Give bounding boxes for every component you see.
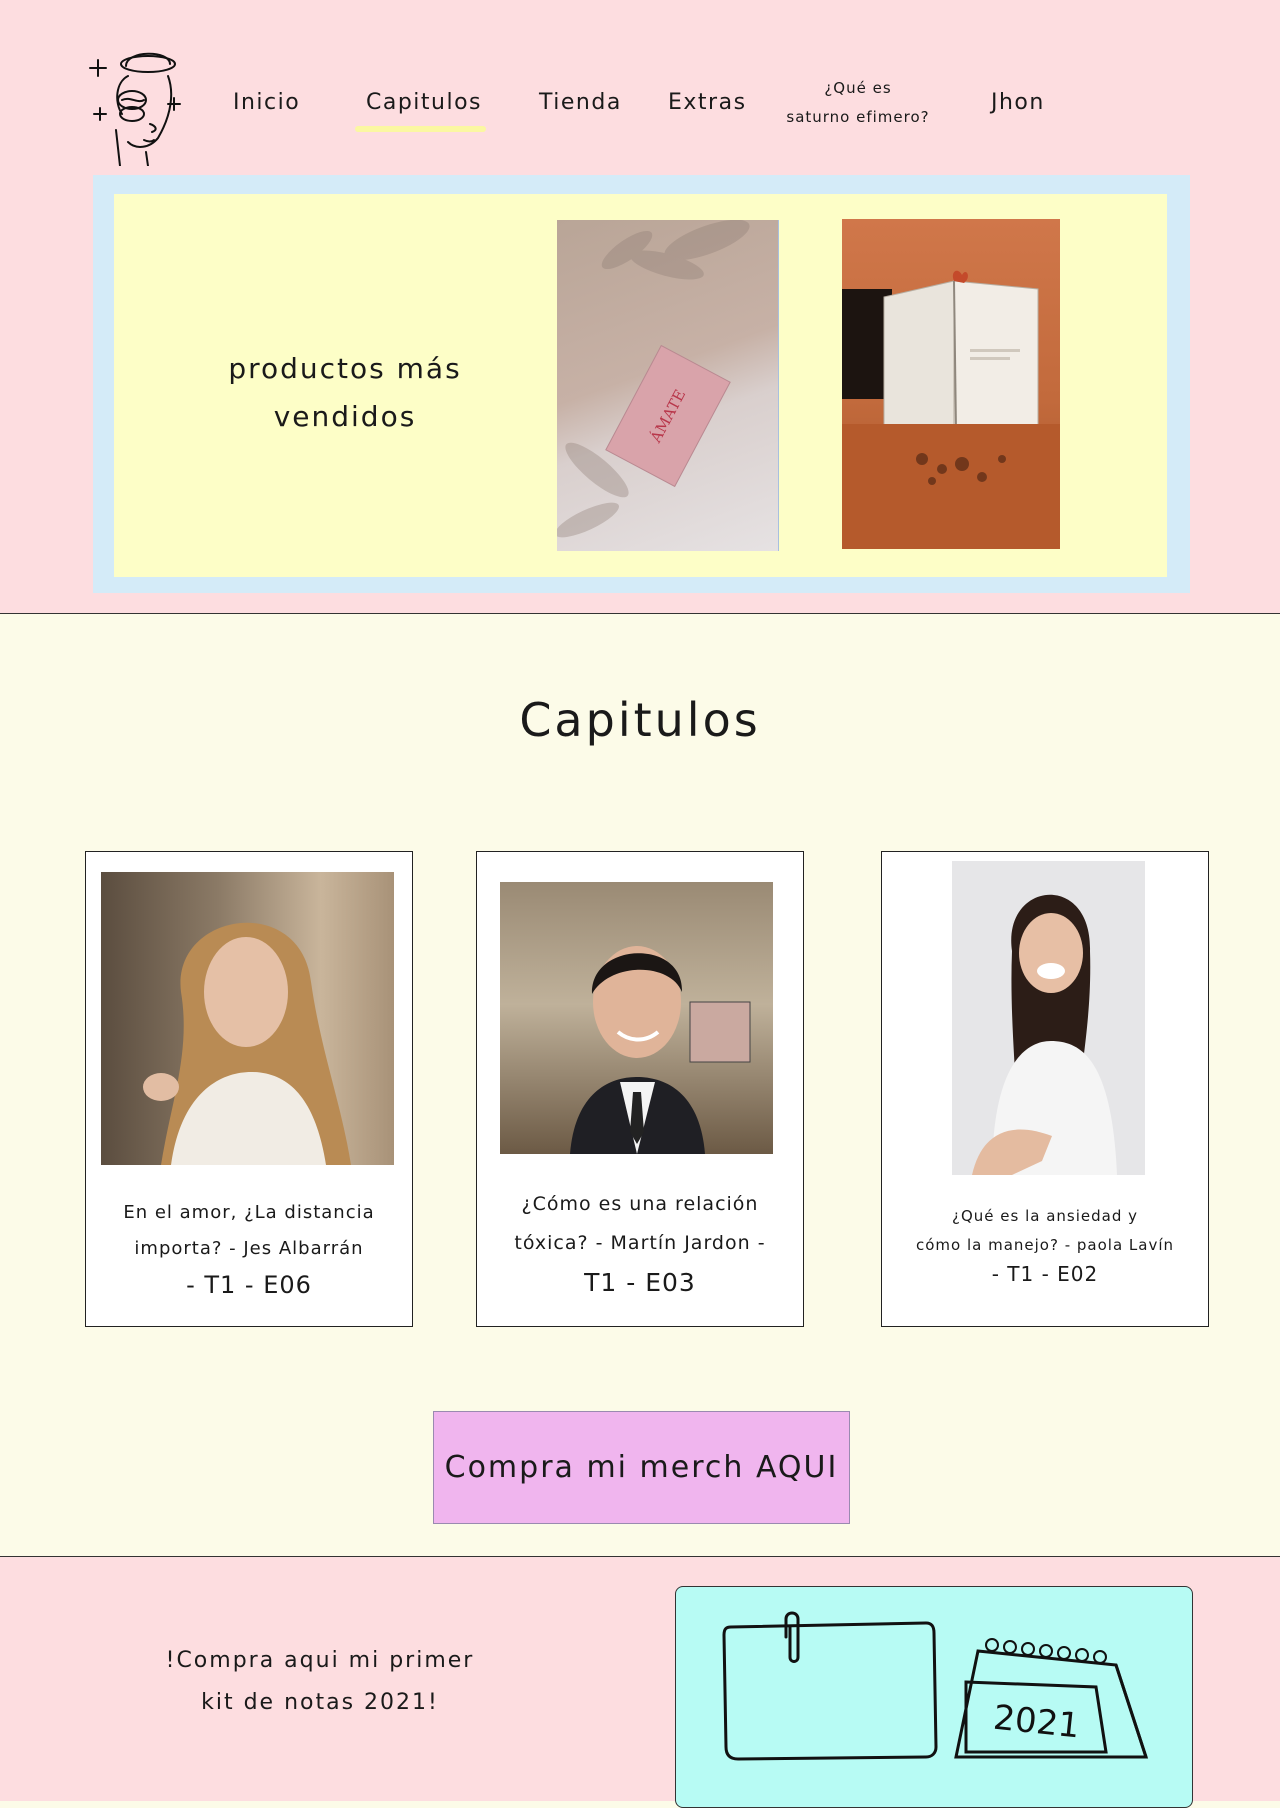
chapter-photo bbox=[952, 861, 1145, 1175]
section-title-capitulos: Capitulos bbox=[519, 693, 761, 747]
chapter-caption-line1: En el amor, ¿La distancia bbox=[123, 1202, 375, 1223]
chapter-card[interactable]: ¿Cómo es una relación tóxica? - Martín J… bbox=[476, 851, 804, 1327]
portrait-woman-graphic bbox=[143, 922, 351, 1165]
nav-que-es-saturno[interactable]: ¿Qué es saturno efimero? bbox=[782, 74, 934, 132]
chapter-caption-line3: - T1 - E06 bbox=[186, 1271, 312, 1299]
chapter-caption-line1: ¿Qué es la ansiedad y bbox=[952, 1207, 1138, 1225]
chapter-caption: ¿Qué es la ansiedad y cómo la manejo? - … bbox=[892, 1202, 1198, 1289]
calendar-year: 2021 bbox=[991, 1698, 1081, 1747]
portrait-woman-smiling-graphic bbox=[972, 894, 1117, 1175]
chapter-caption-line2: cómo la manejo? - paola Lavín bbox=[915, 1236, 1175, 1254]
nav-capitulos[interactable]: Capitulos bbox=[366, 90, 482, 115]
chapter-caption-line1: ¿Cómo es una relación bbox=[521, 1193, 759, 1215]
chapter-caption: En el amor, ¿La distancia importa? - Jes… bbox=[96, 1195, 402, 1303]
product-image-card[interactable]: ÁMATE bbox=[557, 220, 779, 551]
promo-line1: !Compra aqui mi primer bbox=[165, 1648, 475, 1673]
logo-face-icon[interactable] bbox=[86, 42, 200, 166]
hero-title-line2: vendidos bbox=[273, 400, 417, 433]
chapter-caption-line3: - T1 - E02 bbox=[991, 1262, 1099, 1286]
promo-text: !Compra aqui mi primer kit de notas 2021… bbox=[140, 1640, 500, 1724]
chapter-card[interactable]: En el amor, ¿La distancia importa? - Jes… bbox=[85, 851, 413, 1327]
chapter-photo bbox=[101, 872, 394, 1165]
nav-extras[interactable]: Extras bbox=[668, 90, 747, 115]
product-image-book[interactable] bbox=[842, 219, 1060, 549]
nav-jhon[interactable]: Jhon bbox=[991, 90, 1045, 115]
chapter-card[interactable]: ¿Qué es la ansiedad y cómo la manejo? - … bbox=[881, 851, 1209, 1327]
book-graphic bbox=[842, 270, 1060, 549]
hero-title: productos más vendidos bbox=[210, 345, 480, 441]
promo-line2: kit de notas 2021! bbox=[201, 1690, 439, 1715]
notes-kit-graphic: 2021 bbox=[722, 1611, 1149, 1761]
nav-active-underline bbox=[355, 126, 486, 132]
chapter-caption-line3: T1 - E03 bbox=[584, 1268, 696, 1297]
chapter-caption-line2: importa? - Jes Albarrán bbox=[134, 1238, 364, 1259]
notes-kit-card[interactable]: 2021 bbox=[675, 1586, 1193, 1808]
leaf-shadow-graphic: ÁMATE bbox=[557, 220, 750, 538]
chapter-photo bbox=[500, 882, 773, 1154]
merch-button[interactable]: Compra mi merch AQUI bbox=[433, 1411, 850, 1524]
nav-que-es-line2: saturno efimero? bbox=[786, 108, 930, 126]
hero-title-line1: productos más bbox=[228, 352, 462, 385]
chapter-caption-line2: tóxica? - Martín Jardon - bbox=[514, 1232, 766, 1254]
chapter-caption: ¿Cómo es una relación tóxica? - Martín J… bbox=[485, 1185, 795, 1302]
nav-inicio[interactable]: Inicio bbox=[233, 90, 300, 115]
nav-que-es-line1: ¿Qué es bbox=[824, 79, 892, 97]
portrait-man-graphic bbox=[570, 946, 751, 1154]
nav-tienda[interactable]: Tienda bbox=[539, 90, 622, 115]
